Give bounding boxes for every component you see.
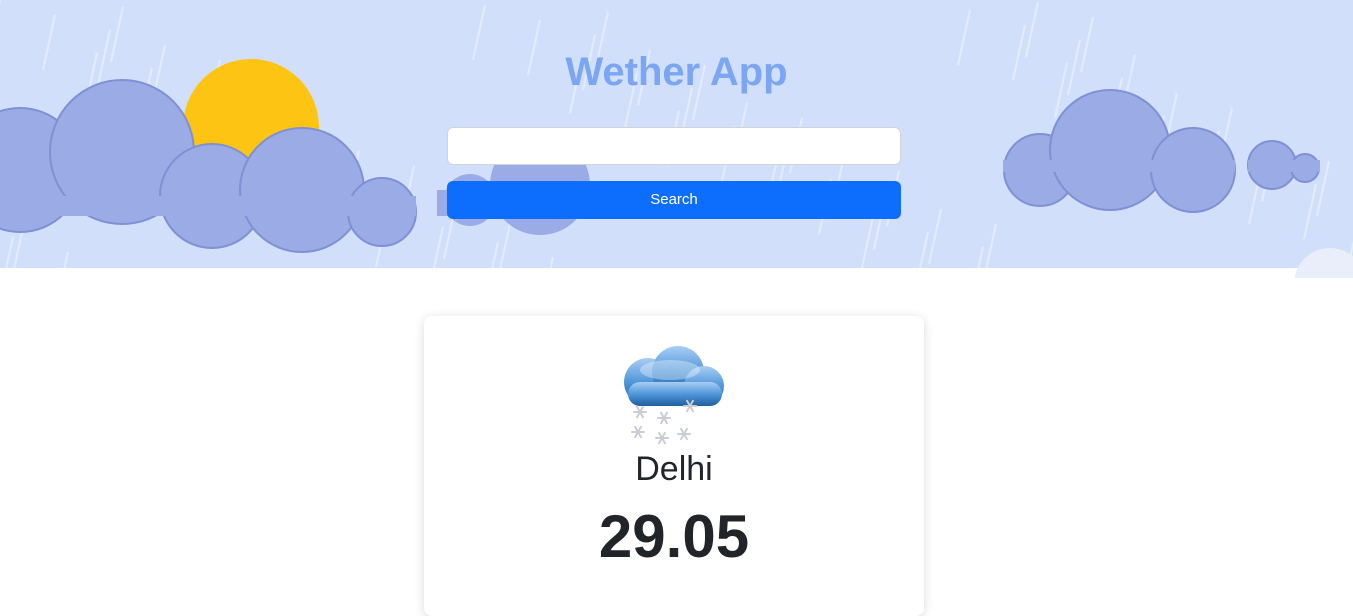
rain-streak [499,218,512,268]
rain-streak [985,223,997,268]
rain-streak [919,231,929,268]
rain-streak [5,236,14,268]
rain-streak [928,208,942,265]
app-title: Wether App [565,50,788,94]
rain-streak [549,256,554,268]
rain-streak [491,241,499,268]
city-name: Delhi [635,450,713,488]
corner-cloud-icon [1294,248,1353,278]
rain-streak [1025,1,1039,58]
search-button[interactable]: Search [447,181,901,219]
cloud-right-icon [1003,89,1320,213]
search-input[interactable] [447,127,901,165]
temperature-value: 29.05 [598,503,750,570]
snow-cloud-icon [624,346,724,445]
rain-streak [1303,183,1317,240]
rain-streak [63,251,69,268]
rain-streak [860,216,874,268]
weather-card: Delhi 29.05 [424,316,924,616]
rain-streak [977,246,984,268]
rain-streak [433,226,444,268]
hero-banner: Wether App Search [0,0,1353,268]
